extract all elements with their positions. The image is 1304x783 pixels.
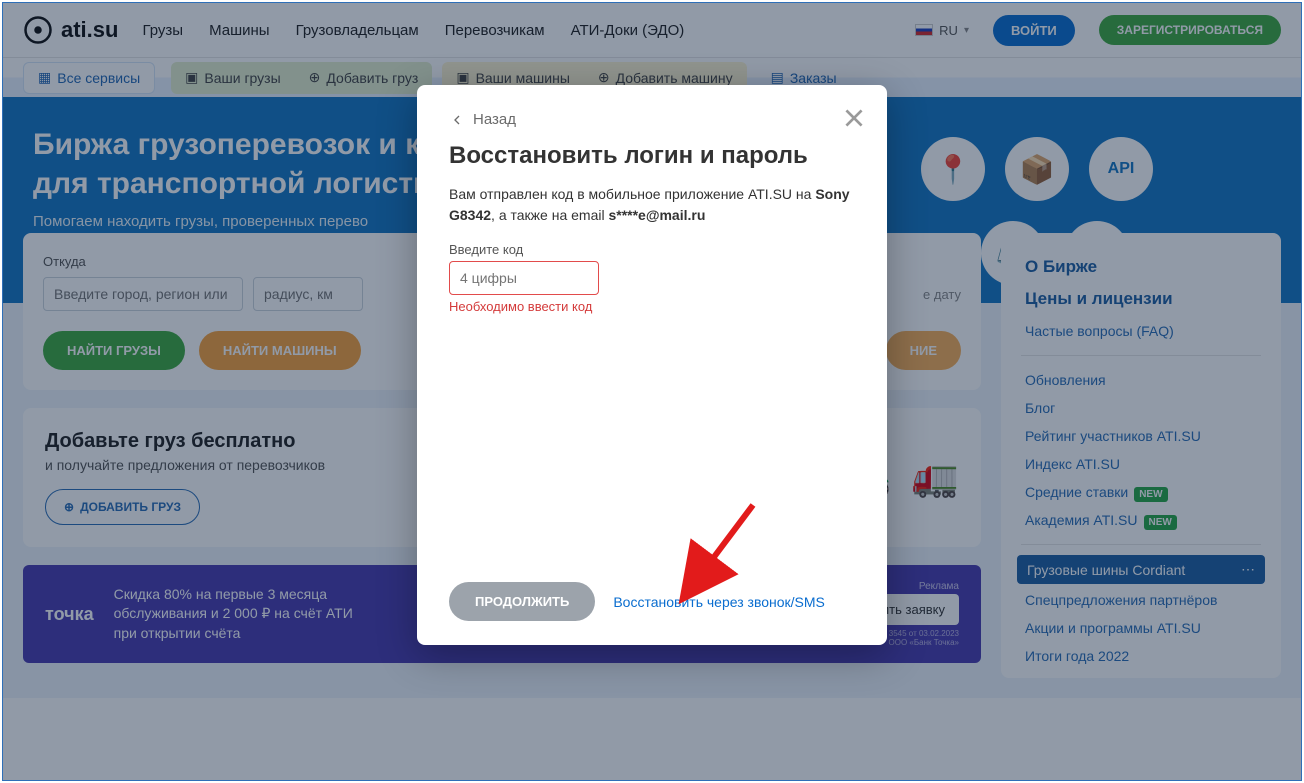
close-icon: [841, 105, 867, 131]
masked-email: s****e@mail.ru: [608, 207, 705, 223]
code-label: Введите код: [449, 242, 855, 257]
recover-modal: Назад Восстановить логин и пароль Вам от…: [417, 85, 887, 645]
back-button[interactable]: Назад: [449, 111, 855, 128]
chevron-left-icon: [449, 112, 465, 128]
modal-message: Вам отправлен код в мобильное приложение…: [449, 184, 855, 226]
modal-title: Восстановить логин и пароль: [449, 142, 855, 170]
continue-button[interactable]: ПРОДОЛЖИТЬ: [449, 582, 595, 621]
error-text: Необходимо ввести код: [449, 299, 855, 314]
sms-recover-link[interactable]: Восстановить через звонок/SMS: [613, 594, 825, 610]
close-button[interactable]: [841, 105, 867, 136]
code-input[interactable]: [449, 261, 599, 295]
